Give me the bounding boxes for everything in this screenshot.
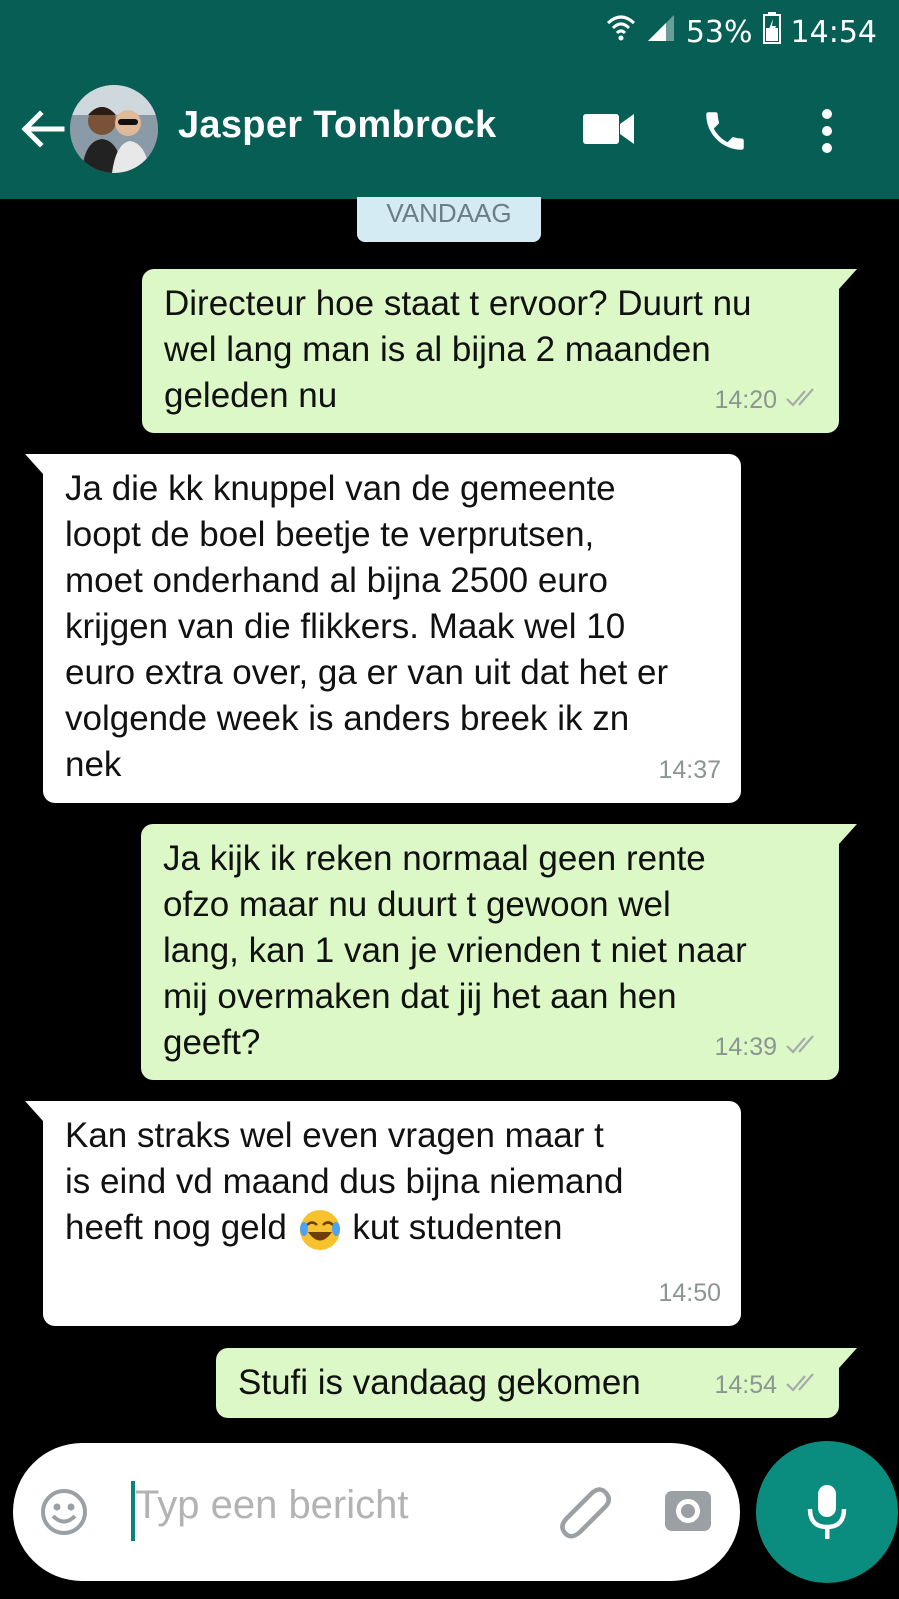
incoming-message[interactable]: Kan straks wel even vragen maar t is ein… (25, 1101, 741, 1326)
message-meta: 14:37 (658, 747, 721, 793)
message-meta: 14:20 (714, 377, 819, 423)
message-time: 14:39 (714, 1033, 777, 1061)
date-separator: VANDAAG (357, 197, 541, 242)
message-text: Kan straks wel even vragen maar t is ein… (65, 1113, 719, 1253)
message-time: 14:54 (714, 1371, 777, 1399)
signal-icon (646, 13, 676, 51)
outgoing-message[interactable]: Directeur hoe staat t ervoor? Duurt nu w… (142, 269, 857, 433)
wifi-icon (606, 13, 636, 51)
clock: 14:54 (790, 14, 877, 50)
message-meta: 14:50 (658, 1270, 721, 1316)
message-text: Ja die kk knuppel van de gemeente loopt … (65, 469, 669, 784)
message-input[interactable]: Typ een bericht (135, 1483, 409, 1528)
message-list[interactable]: VANDAAG Directeur hoe staat t ervoor? Du… (0, 197, 899, 1439)
message-composer[interactable]: Typ een bericht (13, 1443, 740, 1581)
contact-name[interactable]: Jasper Tombrock (178, 104, 496, 147)
phone-icon[interactable] (700, 106, 750, 160)
battery-icon (762, 12, 781, 52)
attach-icon[interactable] (558, 1483, 612, 1543)
double-check-icon (785, 1024, 819, 1070)
avatar[interactable] (70, 85, 158, 173)
incoming-message[interactable]: Ja die kk knuppel van de gemeente loopt … (25, 454, 741, 803)
message-text-part: kut studenten (352, 1208, 563, 1247)
mic-icon (806, 1483, 848, 1547)
camera-icon[interactable] (663, 1485, 713, 1539)
emoji-icon[interactable] (39, 1487, 89, 1541)
more-vert-icon[interactable] (815, 106, 839, 160)
double-check-icon (785, 377, 819, 423)
message-meta: 14:39 (714, 1024, 819, 1070)
double-check-icon (785, 1362, 819, 1408)
voice-message-button[interactable] (756, 1441, 898, 1583)
outgoing-message[interactable]: Stufi is vandaag gekomen 14:54 (216, 1348, 857, 1418)
message-time: 14:37 (658, 756, 721, 784)
video-call-icon[interactable] (582, 106, 636, 156)
battery-percent: 53% (685, 14, 753, 50)
face-with-tears-of-joy-icon (297, 1207, 343, 1253)
message-time: 14:20 (714, 386, 777, 414)
message-meta: 14:54 (714, 1362, 819, 1408)
chat-header: Jasper Tombrock (0, 62, 899, 199)
outgoing-message[interactable]: Ja kijk ik reken normaal geen rente ofzo… (141, 824, 857, 1080)
status-icons: 53% 14:54 (606, 8, 877, 56)
status-bar: 53% 14:54 (0, 0, 899, 62)
message-time: 14:50 (658, 1279, 721, 1307)
back-arrow-icon[interactable] (18, 104, 68, 154)
